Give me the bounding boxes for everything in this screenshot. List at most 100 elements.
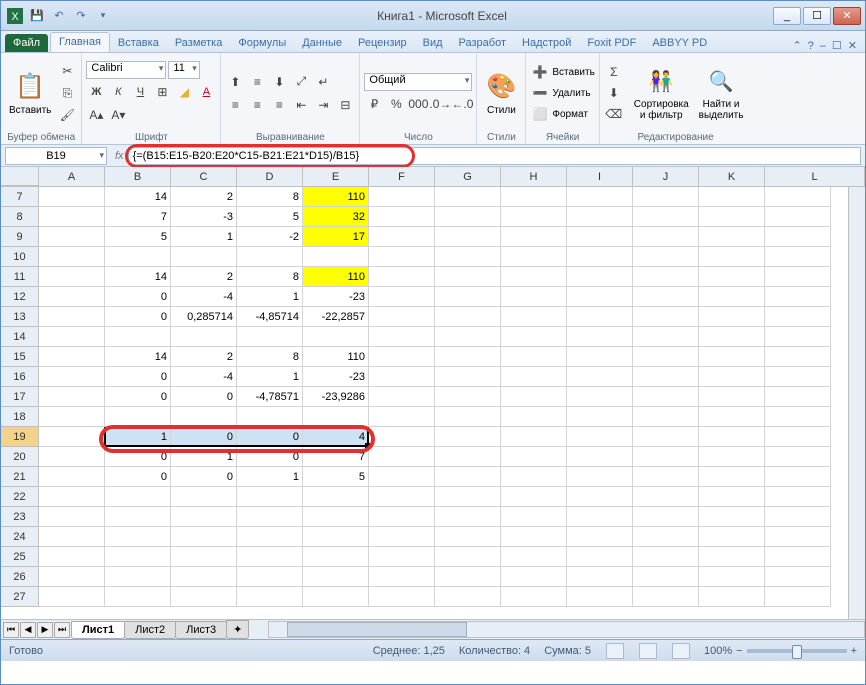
cell[interactable] bbox=[105, 327, 171, 347]
tab-view[interactable]: Вид bbox=[415, 34, 451, 52]
cell[interactable] bbox=[303, 247, 369, 267]
cell[interactable]: 0 bbox=[171, 427, 237, 447]
cell[interactable] bbox=[237, 587, 303, 607]
cell[interactable] bbox=[699, 187, 765, 207]
cell[interactable] bbox=[567, 327, 633, 347]
cell[interactable] bbox=[171, 567, 237, 587]
cell[interactable] bbox=[567, 347, 633, 367]
cell[interactable] bbox=[699, 467, 765, 487]
cell[interactable]: 0 bbox=[105, 387, 171, 407]
formula-bar[interactable]: {=(B15:E15-B20:E20*C15-B21:E21*D15)/B15} bbox=[128, 147, 861, 165]
cell[interactable]: 8 bbox=[237, 187, 303, 207]
cell[interactable] bbox=[501, 587, 567, 607]
cell[interactable] bbox=[303, 567, 369, 587]
cell[interactable] bbox=[369, 187, 435, 207]
cell[interactable] bbox=[369, 467, 435, 487]
cell[interactable] bbox=[105, 247, 171, 267]
cell[interactable] bbox=[171, 407, 237, 427]
wrap-text-icon[interactable]: ↵ bbox=[313, 72, 333, 92]
cell[interactable] bbox=[765, 247, 831, 267]
cell[interactable]: 0 bbox=[237, 447, 303, 467]
row-header[interactable]: 23 bbox=[1, 507, 39, 527]
help-icon[interactable]: ? bbox=[808, 40, 814, 52]
sheet-tab-1[interactable]: Лист1 bbox=[71, 621, 125, 639]
cell[interactable] bbox=[237, 507, 303, 527]
fill-icon[interactable]: ⬇ bbox=[604, 83, 624, 103]
cell[interactable] bbox=[237, 487, 303, 507]
cell[interactable] bbox=[105, 587, 171, 607]
cell[interactable] bbox=[501, 507, 567, 527]
cell[interactable] bbox=[369, 587, 435, 607]
cell[interactable] bbox=[435, 447, 501, 467]
cell[interactable]: 5 bbox=[303, 467, 369, 487]
cell[interactable] bbox=[501, 387, 567, 407]
cell[interactable] bbox=[435, 287, 501, 307]
cell[interactable]: 5 bbox=[237, 207, 303, 227]
cell[interactable] bbox=[39, 327, 105, 347]
cell[interactable]: 32 bbox=[303, 207, 369, 227]
cell[interactable] bbox=[699, 447, 765, 467]
cell[interactable] bbox=[105, 407, 171, 427]
select-all-corner[interactable] bbox=[1, 167, 39, 186]
align-top-icon[interactable]: ⬆ bbox=[225, 72, 245, 92]
cell[interactable] bbox=[501, 347, 567, 367]
cell[interactable] bbox=[435, 367, 501, 387]
cell[interactable]: 14 bbox=[105, 187, 171, 207]
cell[interactable] bbox=[765, 507, 831, 527]
cell[interactable] bbox=[633, 567, 699, 587]
tab-nav-next[interactable]: ▶ bbox=[37, 622, 53, 638]
cell[interactable] bbox=[567, 447, 633, 467]
cell[interactable] bbox=[435, 567, 501, 587]
cell[interactable] bbox=[435, 407, 501, 427]
autosum-icon[interactable]: Σ bbox=[604, 62, 624, 82]
tab-data[interactable]: Данные bbox=[294, 34, 350, 52]
cell[interactable] bbox=[171, 587, 237, 607]
insert-cells-icon[interactable]: ➕ bbox=[530, 62, 550, 82]
cell[interactable] bbox=[633, 467, 699, 487]
cell[interactable] bbox=[171, 507, 237, 527]
vertical-scrollbar[interactable] bbox=[848, 187, 865, 619]
cell[interactable] bbox=[567, 227, 633, 247]
cell[interactable] bbox=[39, 267, 105, 287]
cell[interactable] bbox=[39, 347, 105, 367]
cell[interactable] bbox=[567, 407, 633, 427]
cell[interactable] bbox=[567, 567, 633, 587]
row-header[interactable]: 27 bbox=[1, 587, 39, 607]
cell[interactable] bbox=[435, 427, 501, 447]
cell[interactable] bbox=[435, 307, 501, 327]
cell[interactable] bbox=[501, 367, 567, 387]
underline-icon[interactable]: Ч bbox=[130, 82, 150, 102]
zoom-slider[interactable] bbox=[747, 649, 847, 653]
format-cells-icon[interactable]: ⬜ bbox=[530, 104, 550, 124]
cell[interactable]: 14 bbox=[105, 347, 171, 367]
spreadsheet[interactable]: ABCDEFGHIJKL 7142811087-3532951-21710111… bbox=[1, 167, 865, 619]
cell[interactable] bbox=[369, 507, 435, 527]
cell[interactable] bbox=[435, 507, 501, 527]
cell[interactable] bbox=[699, 347, 765, 367]
cell[interactable] bbox=[303, 327, 369, 347]
cell[interactable] bbox=[369, 287, 435, 307]
cell[interactable] bbox=[633, 287, 699, 307]
cell[interactable] bbox=[633, 347, 699, 367]
cell[interactable] bbox=[699, 587, 765, 607]
cell[interactable] bbox=[633, 587, 699, 607]
row-header[interactable]: 13 bbox=[1, 307, 39, 327]
cell[interactable]: 0 bbox=[171, 467, 237, 487]
cell[interactable]: 0 bbox=[105, 447, 171, 467]
cell[interactable] bbox=[501, 547, 567, 567]
cell[interactable] bbox=[39, 587, 105, 607]
paste-button[interactable]: 📋 Вставить bbox=[5, 55, 55, 131]
cell[interactable] bbox=[369, 227, 435, 247]
cell[interactable] bbox=[765, 327, 831, 347]
cell[interactable] bbox=[633, 367, 699, 387]
cell[interactable] bbox=[501, 307, 567, 327]
cell[interactable]: -4 bbox=[171, 367, 237, 387]
cell[interactable] bbox=[699, 207, 765, 227]
cell[interactable] bbox=[501, 427, 567, 447]
cell[interactable]: 2 bbox=[171, 187, 237, 207]
cell[interactable] bbox=[39, 387, 105, 407]
cell[interactable] bbox=[699, 307, 765, 327]
cell[interactable] bbox=[699, 387, 765, 407]
cell[interactable]: 0,285714 bbox=[171, 307, 237, 327]
cell[interactable] bbox=[567, 387, 633, 407]
